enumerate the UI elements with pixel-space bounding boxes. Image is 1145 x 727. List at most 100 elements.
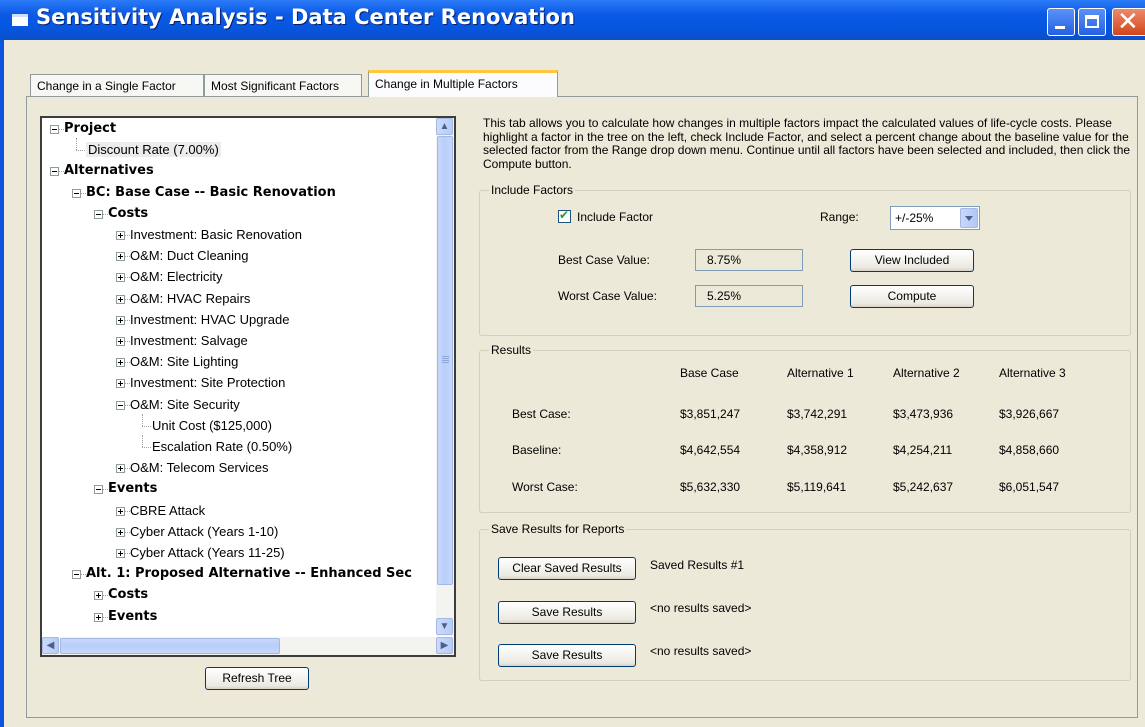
tree-expand-icon[interactable] — [116, 273, 125, 283]
best-case-value-label: Best Case Value: — [558, 253, 650, 267]
tree-node-label: BC: Base Case -- Basic Renovation — [86, 184, 336, 200]
instructions-text: This tab allows you to calculate how cha… — [483, 116, 1131, 171]
tree-expand-icon[interactable] — [116, 527, 125, 537]
results-row-label: Worst Case: — [512, 480, 578, 494]
tree-node[interactable]: Investment: Salvage — [130, 331, 248, 351]
tree-collapse-icon[interactable] — [50, 167, 59, 177]
results-cell: $3,473,936 — [893, 407, 954, 421]
chevron-down-icon[interactable] — [960, 208, 978, 228]
tree-collapse-icon[interactable] — [72, 570, 81, 580]
maximize-button[interactable] — [1078, 8, 1106, 36]
minimize-button[interactable] — [1047, 8, 1075, 36]
tree-expand-icon[interactable] — [116, 231, 125, 240]
compute-button[interactable]: Compute — [850, 285, 974, 308]
range-select[interactable]: +/-25% — [890, 206, 980, 230]
tree-node[interactable]: O&M: Electricity — [130, 267, 222, 287]
tree-node[interactable]: O&M: HVAC Repairs — [130, 289, 250, 309]
tree-collapse-icon[interactable] — [72, 188, 81, 198]
tree-node[interactable]: Investment: Site Protection — [130, 373, 285, 393]
results-cell: $3,851,247 — [680, 407, 741, 421]
tree-collapse-icon[interactable] — [50, 125, 59, 134]
tree-content: Project Discount Rate (7.00%) Alternatives… — [42, 118, 438, 636]
scroll-right-icon[interactable]: ▶ — [436, 637, 453, 654]
tree-node[interactable]: Escalation Rate (0.50%) — [152, 437, 292, 457]
results-group: Results Base Case Alternative 1 Alternat… — [479, 343, 1131, 513]
tree-expand-icon[interactable] — [116, 252, 125, 262]
tree-collapse-icon[interactable] — [94, 209, 103, 219]
tree-node[interactable]: Alt. 1: Proposed Alternative -- Enhanced… — [86, 564, 412, 584]
save-results-group: Save Results for Reports Clear Saved Res… — [479, 522, 1131, 681]
results-col-header: Alternative 3 — [999, 366, 1066, 380]
tree-expand-icon[interactable] — [116, 506, 125, 516]
tree-expand-icon[interactable] — [116, 379, 125, 389]
tree-expand-icon[interactable] — [116, 315, 125, 325]
tree-node[interactable]: Costs — [108, 204, 148, 224]
save-results-button[interactable]: Save Results — [498, 601, 636, 624]
tree-node-label: Alternatives — [64, 163, 154, 179]
include-factors-label: Include Factors — [489, 183, 576, 197]
tree-node[interactable]: O&M: Duct Cleaning — [130, 246, 249, 266]
save-results-status: <no results saved> — [650, 644, 752, 658]
tree-node[interactable]: Discount Rate (7.00%) — [86, 140, 221, 160]
tree-node-label: O&M: Electricity — [130, 269, 223, 285]
tree-node[interactable]: BC: Base Case -- Basic Renovation — [86, 183, 336, 203]
tree-node[interactable]: Investment: Basic Renovation — [130, 225, 302, 245]
tree-expand-icon[interactable] — [116, 549, 125, 558]
scroll-left-icon[interactable]: ◀ — [42, 637, 59, 654]
tab-single-factor[interactable]: Change in a Single Factor — [30, 74, 204, 96]
tree-vertical-scrollbar[interactable]: ▲ ▼ — [436, 118, 454, 636]
tree-expand-icon[interactable] — [116, 294, 125, 304]
tree-node[interactable]: O&M: Site Security — [130, 395, 240, 415]
tree-node[interactable]: Unit Cost ($125,000) — [152, 416, 272, 436]
scroll-down-icon[interactable]: ▼ — [436, 618, 453, 635]
window-title: Sensitivity Analysis - Data Center Renov… — [36, 5, 575, 29]
title-bar[interactable]: Sensitivity Analysis - Data Center Renov… — [0, 0, 1145, 40]
tree-node[interactable]: O&M: Telecom Services — [130, 458, 268, 478]
tree-node-label: Alt. 1: Proposed Alternative -- Enhanced… — [86, 566, 412, 582]
factor-tree[interactable]: Project Discount Rate (7.00%) Alternatives… — [40, 116, 456, 657]
tab-multiple-factors[interactable]: Change in Multiple Factors — [368, 70, 558, 97]
tree-collapse-icon[interactable] — [94, 485, 103, 495]
tree-node[interactable]: Project — [64, 119, 116, 139]
tree-node[interactable]: O&M: Site Lighting — [130, 352, 238, 372]
results-row-label: Best Case: — [512, 407, 571, 421]
tree-node-label: Discount Rate (7.00%) — [86, 142, 221, 158]
tree-collapse-icon[interactable] — [116, 400, 125, 410]
tree-node[interactable]: Events — [108, 479, 157, 499]
tree-node[interactable]: Cyber Attack (Years 11-25) — [130, 543, 285, 563]
tree-expand-icon[interactable] — [94, 591, 103, 601]
clear-saved-results-button[interactable]: Clear Saved Results — [498, 557, 636, 580]
results-cell: $6,051,547 — [999, 480, 1060, 494]
tab-most-significant[interactable]: Most Significant Factors — [204, 74, 362, 96]
scroll-up-icon[interactable]: ▲ — [436, 118, 453, 135]
tree-expand-icon[interactable] — [116, 358, 125, 368]
include-factors-group: Include Factors Include Factor Range: +/… — [479, 183, 1131, 336]
save-results-button[interactable]: Save Results — [498, 644, 636, 667]
tree-node-label: O&M: Duct Cleaning — [130, 248, 249, 264]
tree-node-label: O&M: Site Security — [130, 396, 240, 412]
include-factor-checkbox[interactable] — [558, 208, 571, 223]
refresh-tree-button[interactable]: Refresh Tree — [205, 667, 309, 690]
tree-node[interactable]: Alternatives — [64, 161, 154, 181]
tree-node-label: CBRE Attack — [130, 502, 206, 518]
range-select-value: +/-25% — [895, 211, 934, 225]
tree-expand-icon[interactable] — [94, 612, 103, 622]
tree-node[interactable]: Cyber Attack (Years 1-10) — [130, 522, 278, 542]
results-cell: $3,742,291 — [787, 407, 848, 421]
tree-expand-icon[interactable] — [116, 337, 125, 346]
tree-node-label: Investment: Basic Renovation — [130, 227, 302, 242]
close-button[interactable]: ✕ — [1112, 7, 1145, 37]
tree-horizontal-scrollbar[interactable]: ◀ ▶ — [42, 637, 454, 655]
tree-expand-icon[interactable] — [116, 464, 125, 474]
tree-node[interactable]: Investment: HVAC Upgrade — [130, 310, 289, 330]
tree-node-label: Escalation Rate (0.50%) — [152, 439, 293, 454]
tree-node[interactable]: CBRE Attack — [130, 501, 205, 521]
best-case-value-field: 8.75% — [695, 249, 803, 271]
scroll-thumb[interactable] — [437, 136, 453, 585]
results-cell: $4,858,660 — [999, 443, 1060, 457]
tree-node[interactable]: Costs — [108, 585, 148, 605]
tree-node[interactable]: Events — [108, 607, 157, 627]
horizontal-scroll-thumb[interactable] — [60, 638, 280, 654]
tree-node-label: O&M: Telecom Services — [130, 460, 269, 476]
view-included-button[interactable]: View Included — [850, 249, 974, 272]
